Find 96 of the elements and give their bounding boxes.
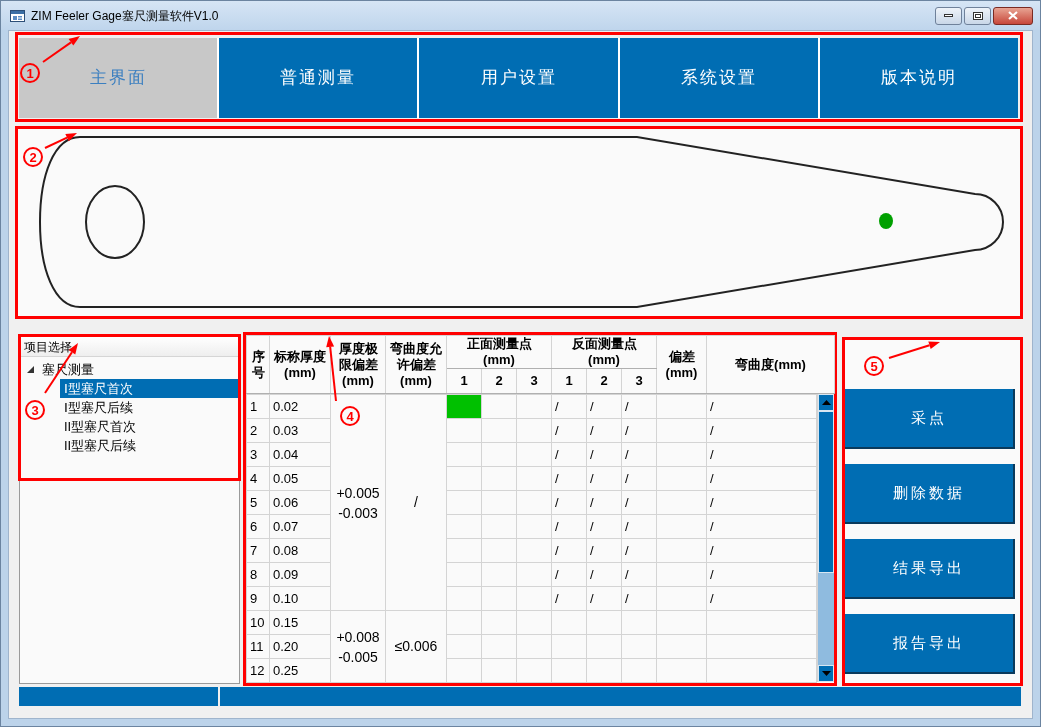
measuring-point-icon: [879, 213, 893, 229]
table-cell: /: [621, 538, 657, 563]
table-cell: 5: [246, 490, 270, 515]
table-cell: /: [706, 442, 817, 467]
table-cell: /: [551, 394, 587, 419]
table-cell: /: [551, 586, 587, 611]
column-header: 2: [481, 368, 517, 394]
table-cell: /: [586, 562, 622, 587]
close-icon: [1008, 11, 1018, 20]
table-cell: /: [586, 490, 622, 515]
table-cell: /: [706, 514, 817, 539]
tree-item[interactable]: Ⅰ型塞尺首次: [60, 379, 238, 398]
table-cell: 7: [246, 538, 270, 563]
table-cell: /: [706, 394, 817, 419]
table-cell: 3: [246, 442, 270, 467]
nav-tab[interactable]: 普通测量: [219, 38, 418, 118]
table-cell: /: [551, 514, 587, 539]
table-cell: /: [621, 442, 657, 467]
column-header: 1: [551, 368, 587, 394]
table-cell: /: [586, 586, 622, 611]
table-cell: /: [621, 514, 657, 539]
table-cell: /: [706, 562, 817, 587]
table-cell: /: [706, 490, 817, 515]
table-cell: 10: [246, 610, 270, 635]
scroll-down-button[interactable]: [818, 665, 834, 682]
column-header: 反面测量点 (mm): [551, 335, 657, 369]
panel-header: 项目选择: [21, 337, 238, 357]
column-header: 正面测量点 (mm): [446, 335, 552, 369]
table-cell: 12: [246, 658, 270, 683]
table-cell: /: [551, 466, 587, 491]
column-header: 弯曲度允许偏差 (mm): [385, 335, 447, 394]
action-button[interactable]: 删除数据: [845, 464, 1015, 524]
table-cell: /: [586, 394, 622, 419]
table-cell: /: [706, 538, 817, 563]
nav-tab[interactable]: 版本说明: [819, 38, 1018, 118]
column-header: 序号: [246, 335, 270, 394]
table-cell: /: [586, 418, 622, 443]
table-cell: /: [551, 562, 587, 587]
column-header: 弯曲度(mm): [706, 335, 835, 394]
tree-item[interactable]: Ⅰ型塞尺后续: [60, 398, 238, 417]
nav-tab[interactable]: 用户设置: [419, 38, 618, 118]
table-cell: 11: [246, 634, 270, 659]
table-cell: /: [706, 466, 817, 491]
scroll-up-button[interactable]: [818, 394, 834, 411]
table-cell: /: [621, 394, 657, 419]
action-button[interactable]: 采点: [845, 389, 1015, 449]
caret-up-icon: [821, 400, 831, 405]
table-cell: 9: [246, 586, 270, 611]
minimize-button[interactable]: [935, 6, 962, 25]
app-icon: [10, 9, 25, 22]
caret-down-icon: [821, 671, 831, 676]
annotation-marker: 2: [23, 147, 43, 167]
table-cell: +0.008 -0.005: [330, 610, 386, 683]
table-cell: 1: [246, 394, 270, 419]
table-cell: /: [551, 418, 587, 443]
column-header: 3: [516, 368, 552, 394]
table-cell: /: [621, 466, 657, 491]
table-cell: /: [551, 442, 587, 467]
table-cell: 0.15: [269, 610, 331, 635]
table-cell: 4: [246, 466, 270, 491]
table-cell: /: [706, 418, 817, 443]
table-cell: 0.02: [269, 394, 331, 419]
table-cell: /: [621, 418, 657, 443]
annotation-marker: 3: [25, 400, 45, 420]
table-cell: /: [621, 586, 657, 611]
close-button[interactable]: [993, 6, 1033, 25]
action-button[interactable]: 结果导出: [845, 539, 1015, 599]
table-cell: ≤0.006: [385, 610, 447, 683]
table-cell: /: [586, 442, 622, 467]
tree-item[interactable]: II型塞尺首次: [60, 417, 238, 436]
table-cell: 6: [246, 514, 270, 539]
table-cell: /: [586, 466, 622, 491]
table-cell: /: [586, 514, 622, 539]
table-cell: /: [621, 562, 657, 587]
tree-item[interactable]: II型塞尺后续: [60, 436, 238, 455]
table-cell: /: [586, 538, 622, 563]
action-button[interactable]: 报告导出: [845, 614, 1015, 674]
minimize-icon: [944, 14, 953, 17]
annotation-marker: 5: [864, 356, 884, 376]
annotation-marker: 1: [20, 63, 40, 83]
table-cell: /: [621, 490, 657, 515]
annotation-marker: 4: [340, 406, 360, 426]
maximize-icon: [972, 11, 983, 20]
nav-tab[interactable]: 系统设置: [619, 38, 818, 118]
column-header: 1: [446, 368, 482, 394]
scroll-thumb[interactable]: [818, 411, 834, 573]
column-header: 偏差 (mm): [656, 335, 707, 394]
column-header: 2: [586, 368, 622, 394]
table-cell: /: [551, 490, 587, 515]
table-cell: 2: [246, 418, 270, 443]
table-cell: /: [385, 394, 447, 611]
table-cell: 8: [246, 562, 270, 587]
table-cell: /: [706, 586, 817, 611]
table-cell: /: [551, 538, 587, 563]
maximize-button[interactable]: [964, 6, 991, 25]
window-title: ZIM Feeler Gage塞尺测量软件V1.0: [31, 7, 219, 25]
